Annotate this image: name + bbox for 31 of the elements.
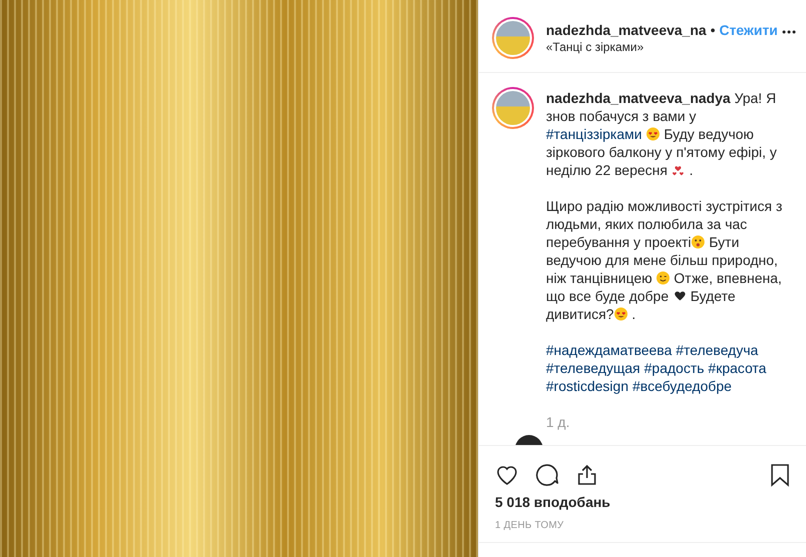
hashtag-link[interactable]: #rosticdesign [546, 377, 628, 395]
hashtag-link[interactable]: #красота [708, 359, 766, 377]
comment-icon[interactable] [535, 463, 559, 487]
avatar-photo-placeholder [496, 21, 530, 55]
location-link[interactable]: «Танці с зірками» [546, 40, 772, 54]
story-ring-avatar[interactable] [492, 17, 534, 59]
caption-text: nadezhda_matveeva_nadya Ура! Я знов побачуся з вами у #танціззірками Буду ведучою зіркового балкону у п'ятому ефірі, у неділю 22 вересня . [546, 89, 778, 179]
smiling-emoji-icon [656, 271, 670, 285]
like-icon[interactable] [495, 463, 519, 487]
heart-eyes-emoji-icon [614, 307, 628, 321]
username-link[interactable]: nadezhda_matveeva_nadya [546, 90, 730, 106]
share-icon[interactable] [575, 463, 599, 487]
caption-age: 1 д. [546, 414, 570, 430]
story-ring-avatar[interactable] [492, 87, 534, 129]
caption-text: Щиро радію можливості зустрітися з людьми, яких полюбила за час перебування у проекті Бути ведучою для мене більш природно, ніж танцівницею Отже, впевнена, що все буде добре Будете дивитися? . [546, 197, 784, 323]
post-timestamp: 1 ДЕНЬ ТОМУ [495, 520, 564, 531]
heart-icon [672, 289, 687, 303]
more-options-icon[interactable] [782, 30, 796, 34]
username-link[interactable]: nadezhda_matveeva_na [546, 22, 706, 38]
hashtag-link[interactable]: #радость [644, 359, 704, 377]
hashtag-link[interactable]: #надеждаматвеева [546, 341, 672, 359]
bookmark-icon[interactable] [770, 463, 790, 487]
likes-count[interactable]: 5 018 вподобань [495, 494, 610, 510]
hashtag-link[interactable]: #телеведущая [546, 359, 640, 377]
avatar-photo-placeholder [496, 91, 530, 125]
surprised-emoji-icon [691, 235, 706, 249]
hashtag-link[interactable]: #танціззірками [546, 126, 642, 142]
hashtag-link[interactable]: #телеведуча [676, 341, 758, 359]
heart-eyes-emoji-icon [646, 127, 660, 141]
hashtag-link[interactable]: #всебудедобре [632, 377, 732, 395]
separator-dot: • [710, 22, 716, 38]
